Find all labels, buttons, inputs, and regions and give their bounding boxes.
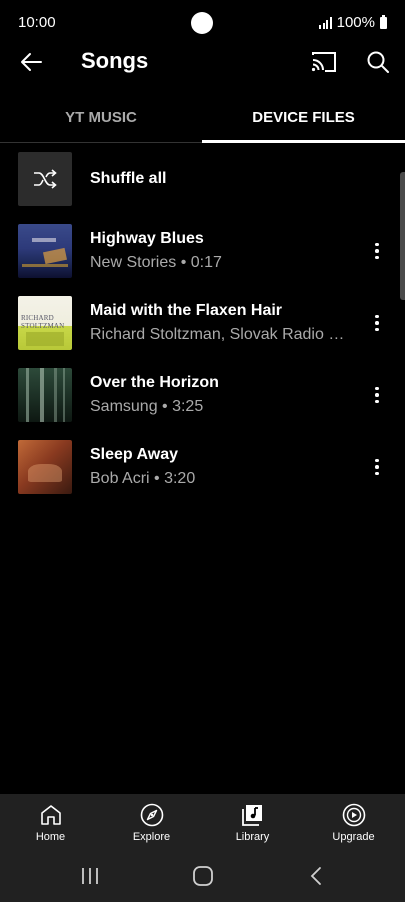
chevron-left-icon	[310, 867, 321, 885]
library-icon	[241, 805, 262, 826]
song-subtitle: Bob Acri • 3:20	[90, 470, 196, 487]
back-arrow-icon	[21, 53, 42, 71]
more-options-icon[interactable]	[366, 238, 388, 264]
song-subtitle: New Stories • 0:17	[90, 254, 222, 271]
battery-icon	[380, 14, 387, 29]
signal-icon	[319, 16, 332, 29]
song-subtitle: Richard Stoltzman, Slovak Radio Sy...	[90, 326, 352, 343]
album-art-richard-stoltzman: RICHARD STOLTZMAN	[18, 296, 72, 350]
shuffle-thumb	[18, 152, 72, 206]
system-nav-bar	[0, 854, 405, 902]
home-circle-icon	[193, 866, 213, 886]
album-art-forest	[18, 368, 72, 422]
home-button[interactable]	[188, 864, 218, 888]
album-art-highway-blues	[18, 224, 72, 278]
compass-icon	[140, 803, 163, 827]
page-title: Songs	[81, 48, 149, 73]
nav-upgrade[interactable]: Upgrade	[303, 794, 404, 854]
album-art-sleep-away	[18, 440, 72, 494]
home-icon	[40, 805, 61, 825]
bottom-nav: Home Explore Library Upgrade	[0, 794, 405, 854]
search-icon	[367, 51, 389, 73]
tab-device-files[interactable]: DEVICE FILES	[202, 92, 405, 142]
nav-explore-label: Explore	[132, 831, 171, 843]
song-title: Maid with the Flaxen Hair	[90, 302, 283, 319]
app-bar: Songs	[0, 40, 405, 84]
cast-button[interactable]	[310, 49, 338, 75]
shuffle-all-label: Shuffle all	[90, 170, 167, 187]
scroll-handle[interactable]	[400, 172, 405, 300]
nav-explore[interactable]: Explore	[101, 794, 202, 854]
recent-apps-button[interactable]	[75, 864, 105, 888]
shuffle-all-row[interactable]: Shuffle all	[0, 148, 405, 210]
shuffle-icon	[34, 169, 57, 189]
song-row[interactable]: Over the Horizon Samsung • 3:25	[0, 364, 405, 426]
recent-apps-icon	[82, 868, 98, 884]
more-options-icon[interactable]	[366, 454, 388, 480]
song-title: Over the Horizon	[90, 374, 219, 391]
more-options-icon[interactable]	[366, 382, 388, 408]
status-icons: 100%	[319, 14, 387, 31]
tab-yt-music[interactable]: YT MUSIC	[0, 92, 202, 142]
search-button[interactable]	[364, 48, 392, 76]
active-tab-indicator	[202, 140, 405, 143]
back-button[interactable]	[18, 48, 46, 76]
play-circle-icon	[342, 803, 365, 827]
more-options-icon[interactable]	[366, 310, 388, 336]
nav-home-label: Home	[35, 831, 66, 843]
battery-percentage: 100%	[336, 14, 375, 31]
song-title: Highway Blues	[90, 230, 204, 247]
nav-home[interactable]: Home	[0, 794, 101, 854]
cast-icon	[311, 52, 336, 72]
song-subtitle: Samsung • 3:25	[90, 398, 204, 415]
status-time: 10:00	[18, 14, 56, 31]
song-row[interactable]: Sleep Away Bob Acri • 3:20	[0, 436, 405, 498]
album-art-text: RICHARD STOLTZMAN	[21, 314, 65, 330]
nav-library[interactable]: Library	[202, 794, 303, 854]
system-back-button[interactable]	[302, 864, 332, 888]
nav-upgrade-label: Upgrade	[332, 831, 375, 843]
song-title: Sleep Away	[90, 446, 179, 463]
tab-bar: YT MUSIC DEVICE FILES	[0, 92, 405, 143]
nav-library-label: Library	[235, 831, 270, 843]
song-row[interactable]: Highway Blues New Stories • 0:17	[0, 220, 405, 282]
front-camera	[191, 12, 213, 34]
song-row[interactable]: RICHARD STOLTZMAN Maid with the Flaxen H…	[0, 292, 405, 354]
